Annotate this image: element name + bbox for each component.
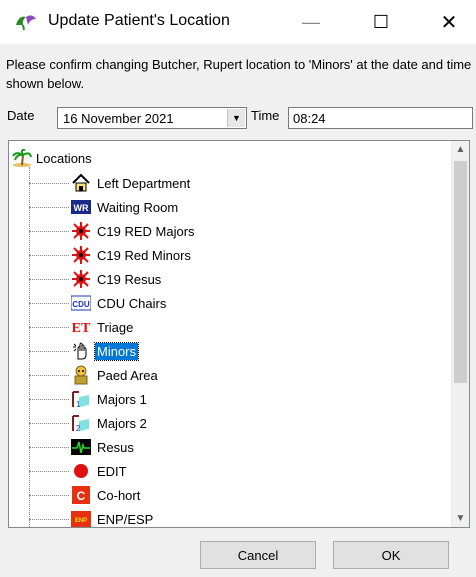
dropdown-arrow-icon[interactable]: ▼ (227, 109, 245, 127)
date-label: Date (7, 108, 35, 123)
window-title: Update Patient's Location (48, 12, 230, 29)
title-bar: Update Patient's Location — ☐ ✕ (0, 0, 476, 44)
tree-item-label: CDU Chairs (97, 295, 167, 311)
tree-item-paed-area[interactable]: Paed Area (29, 364, 160, 386)
close-button[interactable]: ✕ (426, 0, 472, 44)
tree-item-triage[interactable]: ET Triage (29, 316, 135, 338)
tree-item-minors[interactable]: Minors (29, 340, 140, 362)
tree-item-majors-1[interactable]: 1 Majors 1 (29, 388, 149, 410)
time-input[interactable]: 08:24 (288, 107, 473, 129)
svg-text:ENP: ENP (75, 518, 87, 524)
wr-icon: WR (71, 197, 91, 217)
ok-button-label: OK (381, 547, 401, 563)
tree-item-label: Resus (97, 439, 134, 455)
maximize-button[interactable]: ☐ (358, 0, 404, 44)
time-label: Time (251, 108, 280, 123)
minimize-button[interactable]: — (288, 0, 334, 44)
tree-scrollbar[interactable]: ▲ ▼ (451, 141, 469, 527)
scroll-up-icon[interactable]: ▲ (452, 141, 469, 158)
c-box-icon: C (71, 485, 91, 505)
tree-item-waiting-room[interactable]: WR Waiting Room (29, 196, 180, 218)
svg-text:C: C (77, 489, 86, 503)
tree-item-label: ENP/ESP (97, 511, 154, 527)
tree-item-label: Left Department (97, 175, 191, 191)
tree-item-c19-red-minors[interactable]: C19 Red Minors (29, 244, 193, 266)
tree-root-label: Locations (36, 150, 92, 166)
tree-item-label: Majors 1 (97, 391, 147, 407)
cdu-icon: CDU (71, 293, 91, 313)
tree-item-majors-2[interactable]: 2 Majors 2 (29, 412, 149, 434)
app-logo-icon (16, 15, 36, 31)
ok-button[interactable]: OK (333, 541, 449, 569)
tree-item-enp-esp[interactable]: ENP ENP/ESP (29, 508, 155, 527)
tree-item-label: C19 Resus (97, 271, 162, 287)
tree-item-label: Waiting Room (97, 199, 179, 215)
tree-item-c19-red-majors[interactable]: C19 RED Majors (29, 220, 197, 242)
tree-item-label: Triage (97, 319, 134, 335)
confirmation-message: Please confirm changing Butcher, Rupert … (6, 57, 472, 91)
et-icon: ET (71, 317, 91, 337)
cancel-button[interactable]: Cancel (200, 541, 316, 569)
date-value: 16 November 2021 (63, 111, 174, 126)
virus-icon (71, 221, 91, 241)
tree-root[interactable]: Locations (12, 148, 92, 168)
svg-text:2: 2 (76, 424, 81, 433)
svg-text:WR: WR (74, 203, 89, 213)
tree-item-c19-resus[interactable]: C19 Resus (29, 268, 163, 290)
tree-item-label-selected: Minors (93, 341, 140, 361)
virus-icon (71, 245, 91, 265)
bed-1-icon: 1 (71, 389, 91, 409)
child-icon (71, 365, 91, 385)
tree-item-label: Paed Area (97, 367, 158, 383)
scrollbar-thumb[interactable] (454, 161, 467, 383)
tree-item-label: C19 RED Majors (97, 223, 195, 239)
scroll-down-icon[interactable]: ▼ (452, 510, 469, 527)
date-picker[interactable]: 16 November 2021 ▼ (57, 107, 247, 129)
virus-icon (71, 269, 91, 289)
tree-item-resus[interactable]: Resus (29, 436, 136, 458)
tree-item-label: C19 Red Minors (97, 247, 191, 263)
tree-item-label: Co-hort (97, 487, 141, 503)
location-tree[interactable]: Locations Left Department WR Waiting Roo… (8, 140, 470, 528)
enp-icon: ENP (71, 509, 91, 527)
pointer-hand-icon (71, 341, 91, 361)
tree-item-co-hort[interactable]: C Co-hort (29, 484, 142, 506)
red-dot-icon (71, 461, 91, 481)
tree-item-edit[interactable]: EDIT (29, 460, 129, 482)
tree-item-label: Majors 2 (97, 415, 147, 431)
svg-text:CDU: CDU (72, 300, 90, 309)
svg-text:1: 1 (76, 400, 81, 409)
tree-item-left-department[interactable]: Left Department (29, 172, 192, 194)
bed-2-icon: 2 (71, 413, 91, 433)
svg-text:ET: ET (72, 321, 91, 336)
house-icon (71, 173, 91, 193)
ecg-monitor-icon (71, 437, 91, 457)
palm-tree-icon (12, 149, 32, 167)
cancel-button-label: Cancel (237, 547, 279, 563)
tree-item-label: EDIT (97, 463, 127, 479)
tree-item-cdu-chairs[interactable]: CDU CDU Chairs (29, 292, 168, 314)
